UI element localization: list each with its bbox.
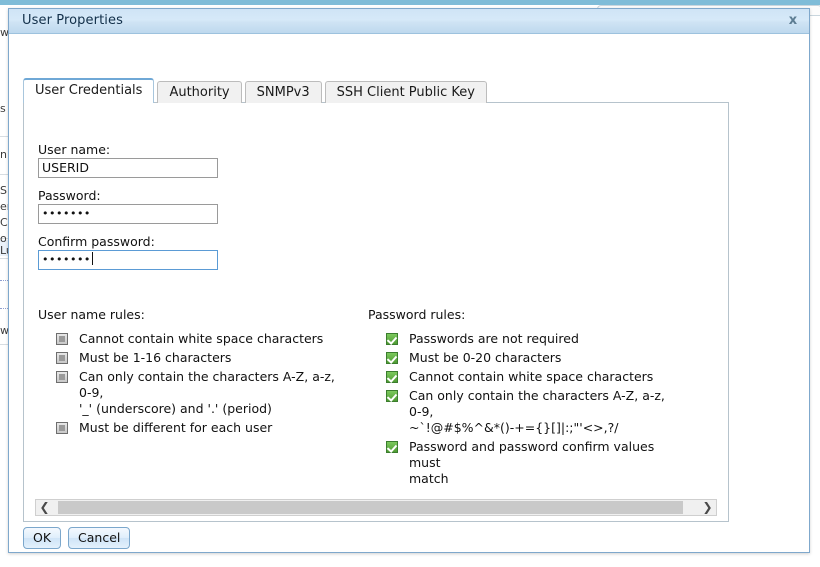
checkmark-icon [386, 390, 398, 402]
rule-text: Cannot contain white space characters [409, 369, 654, 384]
password-input[interactable]: ••••••• [38, 204, 218, 224]
username-input[interactable]: USERID [38, 158, 218, 178]
list-item: Must be different for each user [56, 420, 346, 436]
neutral-checkbox-icon [56, 333, 68, 345]
list-item: Must be 0-20 characters [386, 350, 686, 366]
user-properties-dialog: User Properties x User Credentials Autho… [8, 8, 810, 553]
checkmark-icon [386, 352, 398, 364]
checkmark-icon [386, 441, 398, 453]
rule-text-line2: ~`!@#$%^&*()-+={}[]|:;"'<>,?/ [409, 420, 619, 435]
tab-strip: User Credentials Authority SNMPv3 SSH Cl… [23, 78, 490, 103]
tab-user-credentials[interactable]: User Credentials [23, 78, 155, 103]
list-item: Can only contain the characters A-Z, a-z… [56, 369, 346, 417]
rule-text: Can only contain the characters A-Z, a-z… [79, 369, 339, 417]
rule-text-line2: match [409, 471, 449, 486]
close-icon[interactable]: x [785, 13, 801, 29]
rule-text-line1: Can only contain the characters A-Z, a-z… [409, 388, 665, 419]
scrollbar-thumb[interactable] [58, 501, 683, 514]
tab-ssh-client-public-key[interactable]: SSH Client Public Key [324, 81, 487, 103]
dialog-footer: OK Cancel [23, 527, 131, 549]
scroll-right-icon[interactable]: ❯ [699, 500, 716, 515]
rule-text: Can only contain the characters A-Z, a-z… [409, 388, 669, 436]
list-item: Password and password confirm values mus… [386, 439, 686, 487]
neutral-checkbox-icon [56, 422, 68, 434]
cancel-button[interactable]: Cancel [68, 527, 131, 549]
rule-text: Must be 0-20 characters [409, 350, 562, 365]
rule-text: Password and password confirm values mus… [409, 439, 669, 487]
confirm-password-input[interactable]: ••••••• [38, 250, 218, 270]
username-label: User name: [38, 142, 111, 157]
list-item: Cannot contain white space characters [386, 369, 686, 385]
rule-text: Must be 1-16 characters [79, 350, 232, 365]
rule-text-line2: '_' (underscore) and '.' (period) [79, 401, 272, 416]
list-item: Must be 1-16 characters [56, 350, 346, 366]
tab-authority[interactable]: Authority [157, 81, 242, 103]
tab-content-panel: User name: USERID Password: ••••••• Conf… [23, 102, 729, 522]
password-label: Password: [38, 188, 101, 203]
text-caret [91, 252, 93, 265]
rule-text-line1: Can only contain the characters A-Z, a-z… [79, 369, 335, 400]
neutral-checkbox-icon [56, 352, 68, 364]
checkmark-icon [386, 333, 398, 345]
scroll-left-icon[interactable]: ❮ [36, 500, 53, 515]
rule-text: Must be different for each user [79, 420, 273, 435]
list-item: Passwords are not required [386, 331, 686, 347]
password-rules-list: Passwords are not required Must be 0-20 … [386, 331, 686, 490]
password-rules-heading: Password rules: [368, 307, 466, 322]
list-item: Cannot contain white space characters [56, 331, 346, 347]
dialog-title: User Properties [22, 13, 123, 28]
checkmark-icon [386, 371, 398, 383]
horizontal-scrollbar[interactable]: ❮ ❯ [35, 499, 717, 516]
username-rules-heading: User name rules: [38, 307, 145, 322]
username-rules-list: Cannot contain white space characters Mu… [56, 331, 346, 439]
rule-text: Passwords are not required [409, 331, 579, 346]
rule-text: Cannot contain white space characters [79, 331, 324, 346]
dialog-titlebar: User Properties x [9, 9, 809, 34]
confirm-password-label: Confirm password: [38, 234, 155, 249]
tab-snmpv3[interactable]: SNMPv3 [244, 81, 322, 103]
neutral-checkbox-icon [56, 371, 68, 383]
rule-text-line1: Password and password confirm values mus… [409, 439, 655, 470]
confirm-password-value: ••••••• [42, 253, 91, 266]
list-item: Can only contain the characters A-Z, a-z… [386, 388, 686, 436]
ok-button[interactable]: OK [23, 527, 62, 549]
